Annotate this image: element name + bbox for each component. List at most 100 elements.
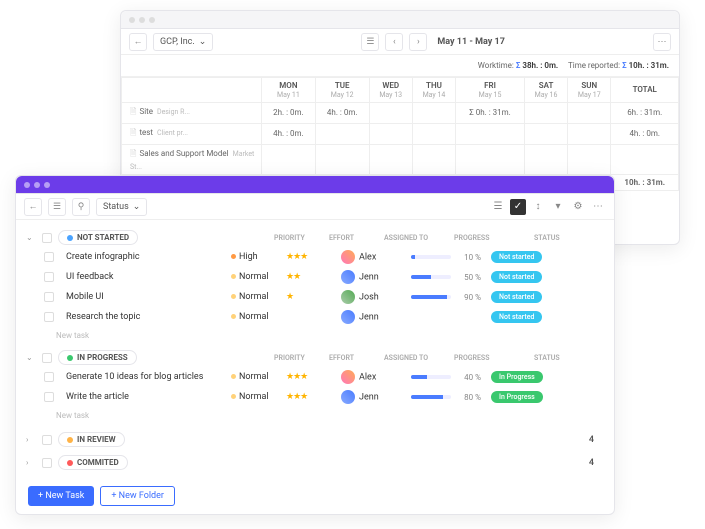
task-name[interactable]: UI feedback — [66, 272, 231, 282]
time-cell[interactable] — [262, 144, 316, 174]
task-progress[interactable]: 90 % — [411, 293, 491, 302]
task-row[interactable]: Create infographic High ★★★ Alex 10 % No… — [16, 247, 614, 267]
task-status[interactable]: Not started — [491, 311, 561, 323]
gear-icon[interactable]: ⚙ — [570, 199, 586, 215]
task-row[interactable]: Write the article Normal ★★★ Jenn 80 % I… — [16, 387, 614, 407]
new-task-button[interactable]: + New Task — [28, 486, 94, 506]
task-checkbox[interactable] — [44, 272, 54, 282]
time-cell[interactable] — [369, 123, 412, 144]
task-priority[interactable]: Normal — [231, 372, 286, 382]
task-effort[interactable]: ★★ — [286, 272, 341, 282]
task-checkbox[interactable] — [44, 392, 54, 402]
task-assignee[interactable]: Jenn — [341, 270, 411, 284]
group-checkbox[interactable] — [42, 458, 52, 468]
task-assignee[interactable]: Jenn — [341, 310, 411, 324]
group-checkbox[interactable] — [42, 435, 52, 445]
task-status[interactable]: Not started — [491, 271, 561, 283]
row-name[interactable]: 🗎testClient pr... — [122, 123, 262, 144]
new-folder-button[interactable]: + New Folder — [100, 486, 175, 506]
task-checkbox[interactable] — [44, 252, 54, 262]
task-assignee[interactable]: Josh — [341, 290, 411, 304]
task-status[interactable]: Not started — [491, 291, 561, 303]
task-priority[interactable]: Normal — [231, 392, 286, 402]
collapse-icon[interactable]: ⌄ — [26, 353, 36, 362]
expand-icon[interactable]: › — [26, 458, 36, 467]
task-progress[interactable]: 50 % — [411, 273, 491, 282]
task-name[interactable]: Generate 10 ideas for blog articles — [66, 372, 231, 382]
workspace-select[interactable]: GCP, Inc. ⌄ — [153, 33, 213, 51]
filter-funnel-icon[interactable]: ▾ — [550, 199, 566, 215]
time-cell[interactable]: 4h. : 0m. — [315, 102, 369, 123]
view-toggle-button[interactable]: ☰ — [361, 33, 379, 51]
time-cell[interactable] — [568, 123, 611, 144]
time-cell[interactable] — [456, 144, 525, 174]
time-cell[interactable] — [412, 123, 455, 144]
task-priority[interactable]: High — [231, 252, 286, 262]
status-filter[interactable]: Status ⌄ — [96, 198, 147, 216]
time-cell[interactable] — [412, 144, 455, 174]
expand-icon[interactable]: › — [26, 435, 36, 444]
time-cell[interactable] — [568, 102, 611, 123]
task-effort[interactable]: ★★★ — [286, 252, 341, 262]
status-pill[interactable]: IN PROGRESS — [58, 350, 137, 365]
task-effort[interactable]: ★★★ — [286, 392, 341, 402]
time-cell[interactable] — [524, 144, 567, 174]
time-cell[interactable]: 2h. : 0m. — [262, 102, 316, 123]
task-progress[interactable]: 10 % — [411, 253, 491, 262]
task-name[interactable]: Mobile UI — [66, 292, 231, 302]
task-assignee[interactable]: Jenn — [341, 390, 411, 404]
task-row[interactable]: Research the topic Normal Jenn Not start… — [16, 307, 614, 327]
time-cell[interactable] — [315, 123, 369, 144]
task-assignee[interactable]: Alex — [341, 250, 411, 264]
task-status[interactable]: In Progress — [491, 371, 561, 383]
time-cell[interactable]: Σ 0h. : 31m. — [456, 102, 525, 123]
back-button[interactable]: ← — [24, 198, 42, 216]
list-view-icon[interactable]: ☰ — [490, 199, 506, 215]
new-task-inline[interactable]: New task — [16, 407, 614, 428]
time-cell[interactable] — [369, 102, 412, 123]
checkbox-icon[interactable]: ✓ — [510, 199, 526, 215]
task-name[interactable]: Create infographic — [66, 252, 231, 262]
more-button[interactable]: ⋯ — [653, 33, 671, 51]
time-cell[interactable] — [369, 144, 412, 174]
settings-icon[interactable]: ☰ — [48, 198, 66, 216]
time-cell[interactable] — [315, 144, 369, 174]
task-checkbox[interactable] — [44, 372, 54, 382]
task-status[interactable]: In Progress — [491, 391, 561, 403]
row-name[interactable]: 🗎SiteDesign R... — [122, 102, 262, 123]
collapse-icon[interactable]: ⌄ — [26, 233, 36, 242]
task-row[interactable]: Mobile UI Normal ★ Josh 90 % Not started — [16, 287, 614, 307]
more-icon[interactable]: ⋯ — [590, 199, 606, 215]
group-checkbox[interactable] — [42, 233, 52, 243]
status-pill[interactable]: COMMITED — [58, 455, 128, 470]
task-checkbox[interactable] — [44, 292, 54, 302]
next-week-button[interactable]: › — [409, 33, 427, 51]
status-pill[interactable]: NOT STARTED — [58, 230, 138, 245]
task-priority[interactable]: Normal — [231, 312, 286, 322]
task-effort[interactable]: ★ — [286, 292, 341, 302]
row-name[interactable]: 🗎Sales and Support ModelMarket St... — [122, 144, 262, 174]
task-name[interactable]: Research the topic — [66, 312, 231, 322]
task-row[interactable]: UI feedback Normal ★★ Jenn 50 % Not star… — [16, 267, 614, 287]
time-cell[interactable] — [456, 123, 525, 144]
back-button[interactable]: ← — [129, 33, 147, 51]
task-priority[interactable]: Normal — [231, 272, 286, 282]
task-name[interactable]: Write the article — [66, 392, 231, 402]
time-cell[interactable] — [524, 102, 567, 123]
new-task-inline[interactable]: New task — [16, 327, 614, 348]
time-cell[interactable] — [524, 123, 567, 144]
task-assignee[interactable]: Alex — [341, 370, 411, 384]
prev-week-button[interactable]: ‹ — [385, 33, 403, 51]
task-progress[interactable]: 40 % — [411, 373, 491, 382]
group-checkbox[interactable] — [42, 353, 52, 363]
task-effort[interactable]: ★★★ — [286, 372, 341, 382]
task-status[interactable]: Not started — [491, 251, 561, 263]
time-cell[interactable] — [412, 102, 455, 123]
status-pill[interactable]: IN REVIEW — [58, 432, 125, 447]
task-checkbox[interactable] — [44, 312, 54, 322]
time-cell[interactable]: 4h. : 0m. — [262, 123, 316, 144]
task-row[interactable]: Generate 10 ideas for blog articles Norm… — [16, 367, 614, 387]
sort-icon[interactable]: ↕ — [530, 199, 546, 215]
task-progress[interactable]: 80 % — [411, 393, 491, 402]
time-cell[interactable] — [568, 144, 611, 174]
